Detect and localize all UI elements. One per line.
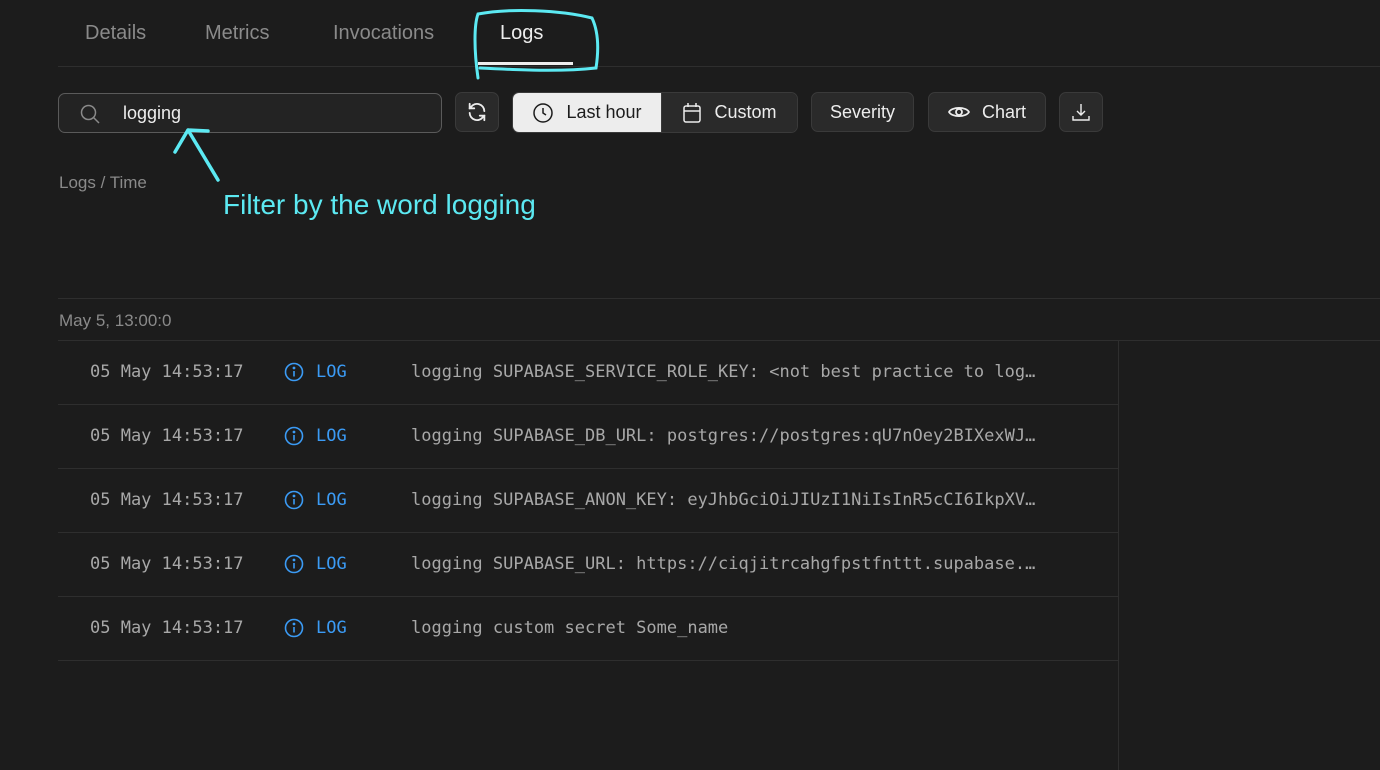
arrow-annotation [173,128,220,182]
annotation-overlay [173,9,600,182]
annotation-text: Filter by the word logging [223,189,536,220]
highlight-box-annotation [473,9,600,80]
